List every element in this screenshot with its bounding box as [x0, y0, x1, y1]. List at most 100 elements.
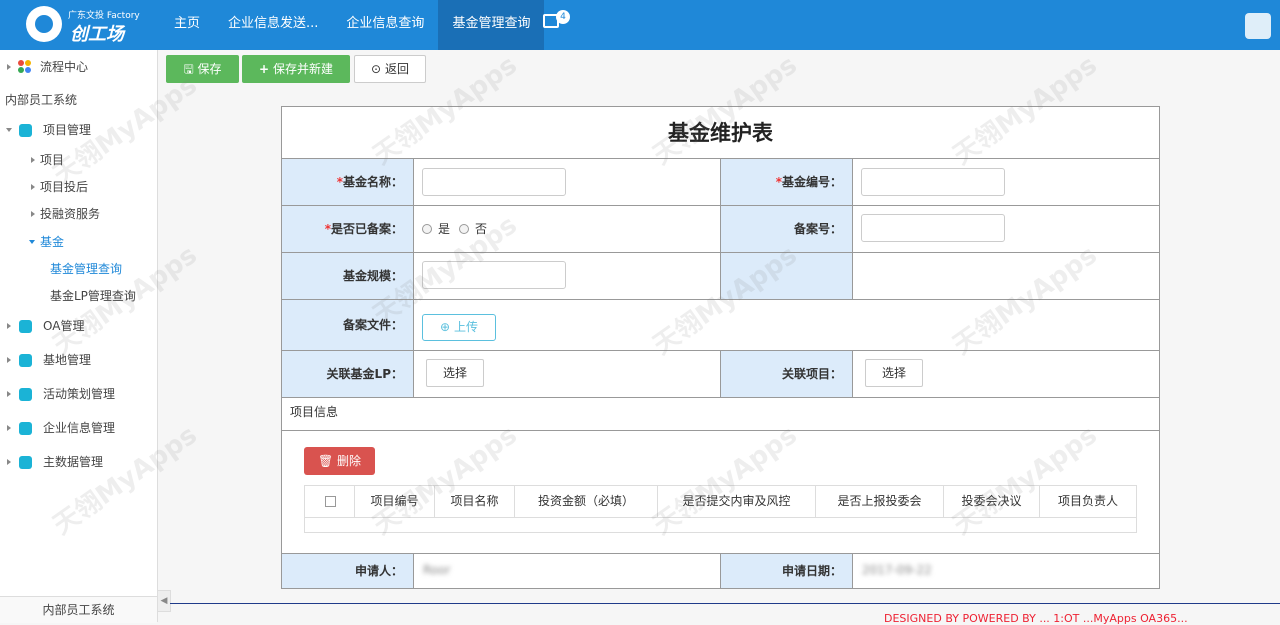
sidebar-label: 活动策划管理 — [43, 387, 116, 401]
choose-project-button[interactable]: 选择 — [865, 359, 923, 387]
sidebar-item-invest-service[interactable]: 投融资服务 — [0, 199, 157, 229]
table-header[interactable]: 项目编号 — [355, 486, 435, 517]
module-icon — [19, 388, 32, 401]
sidebar-label: 项目 — [40, 153, 65, 167]
sidebar-footer[interactable]: 内部员工系统 — [0, 596, 157, 623]
table-header[interactable]: 是否上报投委会 — [816, 486, 944, 517]
apply-date-value: 2017-09-22 — [862, 563, 932, 577]
save-icon: 🖫 — [183, 62, 194, 76]
module-icon — [19, 456, 32, 469]
table-header[interactable]: 投委会决议 — [944, 486, 1040, 517]
sidebar-item-base-mgmt[interactable]: 基地管理 — [0, 345, 157, 375]
fund-form: 基金维护表 *基金名称： *基金编号： *是否已备案： 是 否 备案号： 基金规… — [281, 106, 1160, 589]
logo-icon — [26, 6, 62, 42]
upload-icon: ⊕ — [440, 320, 451, 334]
filed-label: *是否已备案： — [282, 206, 413, 252]
chevron-right-icon — [7, 459, 11, 465]
apply-date-label: 申请日期： — [721, 554, 852, 588]
filed-yes-label: 是 — [438, 222, 451, 236]
empty-label-cell — [721, 253, 852, 299]
applicant-label: 申请人： — [282, 554, 413, 588]
module-icon — [19, 320, 32, 333]
chevron-right-icon — [7, 64, 11, 70]
sidebar-item-project[interactable]: 项目 — [0, 145, 157, 175]
message-badge: 4 — [556, 10, 570, 24]
sidebar-item-fund-query[interactable]: 基金管理查询 — [0, 254, 157, 284]
sidebar-label: 项目投后 — [40, 180, 89, 194]
sidebar-label: 基地管理 — [43, 353, 92, 367]
chevron-right-icon — [7, 357, 11, 363]
upload-button[interactable]: ⊕ 上传 — [422, 314, 496, 341]
user-avatar[interactable] — [1245, 13, 1271, 39]
filed-yes-radio[interactable] — [422, 224, 432, 234]
table-header[interactable]: 是否提交内审及风控 — [658, 486, 816, 517]
fund-scale-input[interactable] — [422, 261, 566, 289]
brand-logo[interactable]: 广东文投 Factory 创工场 — [26, 6, 146, 45]
fund-no-input[interactable] — [861, 168, 1005, 196]
sidebar-collapse-handle[interactable]: ◀ — [157, 590, 171, 612]
chevron-right-icon — [31, 211, 35, 217]
sidebar-label: 主数据管理 — [43, 455, 104, 469]
chevron-right-icon — [7, 391, 11, 397]
save-and-new-button[interactable]: + 保存并新建 — [242, 55, 350, 83]
sidebar-label: 基金管理查询 — [50, 262, 123, 276]
filing-file-label: 备案文件： — [282, 300, 413, 350]
chevron-right-icon — [31, 157, 35, 163]
sidebar-item-enterprise-mgmt[interactable]: 企业信息管理 — [0, 413, 157, 443]
project-table: 项目编号 项目名称 投资金额（必填） 是否提交内审及风控 是否上报投委会 投委会… — [304, 485, 1137, 533]
nav-enterprise-query[interactable]: 企业信息查询 — [332, 0, 438, 50]
fund-name-label: *基金名称： — [282, 159, 413, 205]
nav-fund-query[interactable]: 基金管理查询 — [438, 0, 545, 50]
nav-home[interactable]: 主页 — [160, 0, 214, 50]
select-all-header — [305, 486, 355, 517]
form-title: 基金维护表 — [668, 121, 773, 145]
fund-name-input[interactable] — [422, 168, 566, 196]
sidebar-item-fund-lp-query[interactable]: 基金LP管理查询 — [0, 281, 157, 311]
linked-project-label: 关联项目： — [721, 351, 852, 397]
table-header[interactable]: 项目名称 — [435, 486, 515, 517]
sidebar-label: OA管理 — [43, 319, 85, 333]
sidebar-label: 投融资服务 — [40, 207, 101, 221]
module-icon — [19, 354, 32, 367]
logo-title: 创工场 — [70, 24, 124, 45]
project-info-label: 项目信息 — [290, 405, 339, 419]
sidebar-label: 流程中心 — [40, 60, 89, 74]
chevron-right-icon — [31, 184, 35, 190]
delete-label: 删除 — [337, 454, 362, 468]
nav-enterprise-send[interactable]: 企业信息发送... — [214, 0, 332, 50]
filing-no-input[interactable] — [861, 214, 1005, 242]
sidebar-item-post-invest[interactable]: 项目投后 — [0, 172, 157, 202]
footer-text: DESIGNED BY POWERED BY ... 1:OT ...MyApp… — [884, 612, 1188, 625]
sidebar-item-fund[interactable]: 基金 — [0, 227, 157, 257]
fund-scale-label: 基金规模： — [282, 253, 413, 299]
table-header[interactable]: 投资金额（必填） — [515, 486, 658, 517]
plus-icon: + — [259, 62, 270, 76]
save-button[interactable]: 🖫 保存 — [166, 55, 239, 83]
sidebar-item-master-data[interactable]: 主数据管理 — [0, 447, 157, 477]
sidebar-item-flow-center[interactable]: 流程中心 — [0, 52, 157, 82]
sidebar-item-activity-mgmt[interactable]: 活动策划管理 — [0, 379, 157, 409]
save-new-label: 保存并新建 — [272, 62, 333, 76]
module-icon — [19, 422, 32, 435]
filed-no-radio[interactable] — [459, 224, 469, 234]
upload-label: 上传 — [453, 320, 478, 334]
sidebar-item-project-mgmt[interactable]: 项目管理 — [0, 115, 157, 145]
chevron-down-icon — [29, 240, 35, 244]
top-bar: 广东文投 Factory 创工场 主页 企业信息发送... 企业信息查询 基金管… — [0, 0, 1280, 50]
sidebar-label: 基金 — [40, 235, 65, 249]
sidebar-label: 项目管理 — [43, 123, 92, 137]
select-all-checkbox[interactable] — [325, 496, 336, 507]
sidebar-item-oa-mgmt[interactable]: OA管理 — [0, 311, 157, 341]
flow-icon — [18, 60, 32, 74]
applicant-value: Roor — [423, 563, 451, 577]
back-icon: ⊙ — [371, 62, 382, 76]
top-nav: 主页 企业信息发送... 企业信息查询 基金管理查询 — [160, 0, 545, 50]
back-label: 返回 — [384, 62, 409, 76]
linked-lp-label: 关联基金LP： — [282, 351, 413, 397]
table-header[interactable]: 项目负责人 — [1040, 486, 1136, 517]
choose-lp-button[interactable]: 选择 — [426, 359, 484, 387]
sidebar-label: 企业信息管理 — [43, 421, 116, 435]
back-button[interactable]: ⊙ 返回 — [354, 55, 426, 83]
delete-button[interactable]: 🗑 删除 — [304, 447, 375, 475]
sidebar-label: 基金LP管理查询 — [50, 289, 136, 303]
